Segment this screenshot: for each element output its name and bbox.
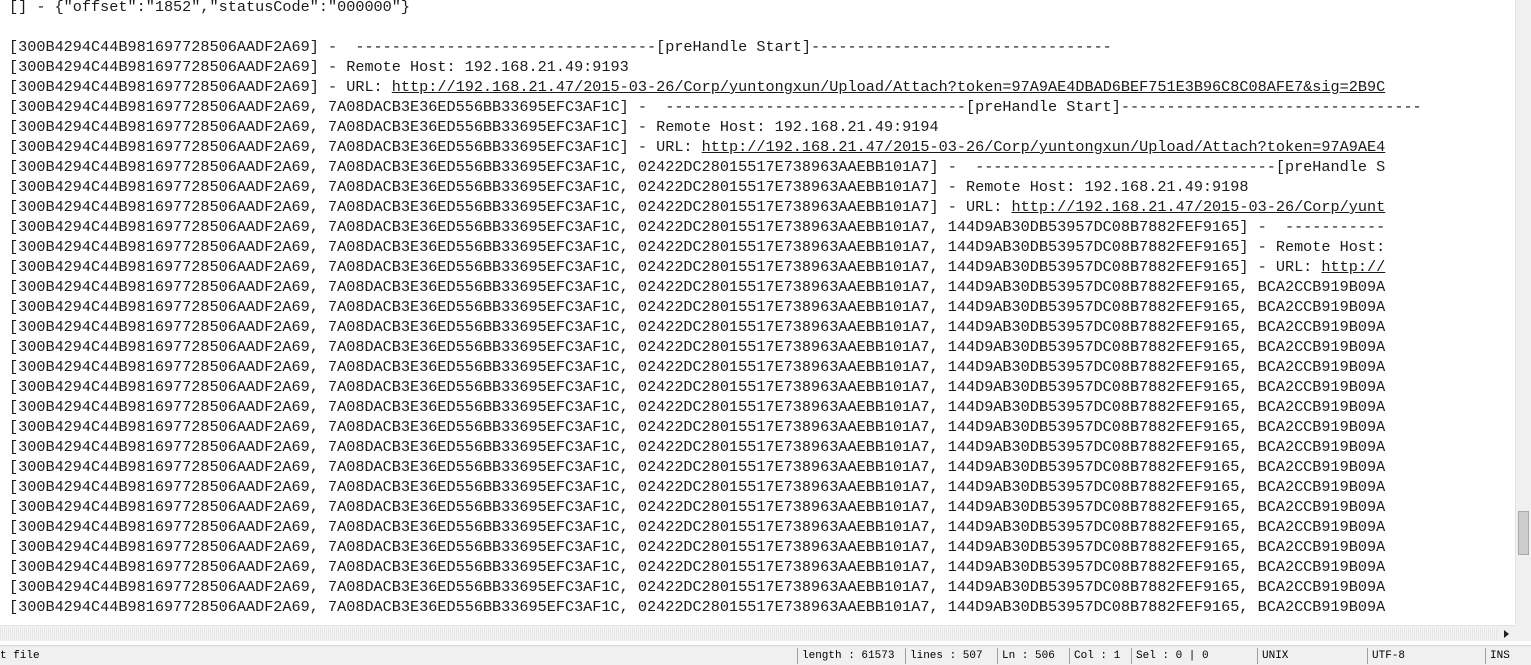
log-line[interactable]: [300B4294C44B981697728506AADF2A69, 7A08D… (9, 197, 1422, 217)
log-line[interactable]: [] - {"offset":"1852","statusCode":"0000… (9, 0, 1422, 17)
log-line-text: [300B4294C44B981697728506AADF2A69] - URL… (9, 78, 392, 96)
scroll-right-arrow-icon[interactable] (1499, 626, 1514, 641)
vertical-scrollbar[interactable] (1515, 0, 1531, 625)
log-line[interactable]: [300B4294C44B981697728506AADF2A69, 7A08D… (9, 417, 1422, 437)
log-line[interactable]: [300B4294C44B981697728506AADF2A69, 7A08D… (9, 557, 1422, 577)
log-line[interactable]: [300B4294C44B981697728506AADF2A69, 7A08D… (9, 117, 1422, 137)
log-line[interactable]: [300B4294C44B981697728506AADF2A69, 7A08D… (9, 217, 1422, 237)
log-line-text: [300B4294C44B981697728506AADF2A69, 7A08D… (9, 198, 1012, 216)
status-eol[interactable]: UNIX (1257, 648, 1367, 664)
log-line[interactable]: [300B4294C44B981697728506AADF2A69, 7A08D… (9, 257, 1422, 277)
url-link[interactable]: http://192.168.21.47/2015-03-26/Corp/yun… (702, 138, 1386, 156)
url-link[interactable]: http://192.168.21.47/2015-03-26/Corp/yun… (1012, 198, 1386, 216)
log-line[interactable]: [300B4294C44B981697728506AADF2A69, 7A08D… (9, 577, 1422, 597)
log-line[interactable]: [300B4294C44B981697728506AADF2A69, 7A08D… (9, 497, 1422, 517)
log-line-text: [300B4294C44B981697728506AADF2A69, 7A08D… (9, 258, 1322, 276)
log-line[interactable]: [300B4294C44B981697728506AADF2A69, 7A08D… (9, 337, 1422, 357)
log-line[interactable]: [300B4294C44B981697728506AADF2A69, 7A08D… (9, 237, 1422, 257)
log-line[interactable]: [300B4294C44B981697728506AADF2A69] - URL… (9, 77, 1422, 97)
url-link[interactable]: http://192.168.21.47/2015-03-26/Corp/yun… (392, 78, 1385, 96)
log-line[interactable]: [300B4294C44B981697728506AADF2A69, 7A08D… (9, 97, 1422, 117)
log-line[interactable]: [300B4294C44B981697728506AADF2A69] - ---… (9, 37, 1422, 57)
log-line[interactable]: [300B4294C44B981697728506AADF2A69, 7A08D… (9, 297, 1422, 317)
log-line[interactable]: [300B4294C44B981697728506AADF2A69, 7A08D… (9, 517, 1422, 537)
log-line[interactable]: [300B4294C44B981697728506AADF2A69, 7A08D… (9, 537, 1422, 557)
log-line[interactable]: [300B4294C44B981697728506AADF2A69, 7A08D… (9, 477, 1422, 497)
log-line[interactable]: [300B4294C44B981697728506AADF2A69, 7A08D… (9, 397, 1422, 417)
status-mode[interactable]: INS (1485, 648, 1531, 664)
log-line[interactable]: [300B4294C44B981697728506AADF2A69, 7A08D… (9, 357, 1422, 377)
status-length: length : 61573 (797, 648, 905, 664)
log-line[interactable]: [300B4294C44B981697728506AADF2A69, 7A08D… (9, 277, 1422, 297)
text-editor[interactable]: [] - {"offset":"1852","statusCode":"0000… (0, 0, 1515, 625)
status-lines: lines : 507 (905, 648, 997, 664)
horizontal-scrollbar[interactable] (0, 625, 1515, 641)
log-content[interactable]: [] - {"offset":"1852","statusCode":"0000… (9, 0, 1422, 617)
vertical-scroll-thumb[interactable] (1518, 511, 1529, 555)
status-file-type: t file (0, 650, 40, 662)
status-sel: Sel : 0 | 0 (1131, 648, 1257, 664)
editor-window: [] - {"offset":"1852","statusCode":"0000… (0, 0, 1531, 665)
log-line[interactable]: [300B4294C44B981697728506AADF2A69, 7A08D… (9, 437, 1422, 457)
log-line[interactable] (9, 17, 1422, 37)
log-line[interactable]: [300B4294C44B981697728506AADF2A69] - Rem… (9, 57, 1422, 77)
status-ln: Ln : 506 (997, 648, 1069, 664)
log-line[interactable]: [300B4294C44B981697728506AADF2A69, 7A08D… (9, 457, 1422, 477)
log-line[interactable]: [300B4294C44B981697728506AADF2A69, 7A08D… (9, 157, 1422, 177)
status-bar: t file length : 61573 lines : 507 Ln : 5… (0, 645, 1531, 665)
log-line[interactable]: [300B4294C44B981697728506AADF2A69, 7A08D… (9, 317, 1422, 337)
log-line[interactable]: [300B4294C44B981697728506AADF2A69, 7A08D… (9, 177, 1422, 197)
status-col: Col : 1 (1069, 648, 1131, 664)
scrollbar-corner (1515, 625, 1531, 641)
log-line[interactable]: [300B4294C44B981697728506AADF2A69, 7A08D… (9, 377, 1422, 397)
url-link[interactable]: http:// (1321, 258, 1385, 276)
log-line[interactable]: [300B4294C44B981697728506AADF2A69, 7A08D… (9, 597, 1422, 617)
log-line[interactable]: [300B4294C44B981697728506AADF2A69, 7A08D… (9, 137, 1422, 157)
log-line-text: [300B4294C44B981697728506AADF2A69, 7A08D… (9, 138, 702, 156)
horizontal-scroll-track[interactable] (0, 628, 1497, 639)
status-encoding[interactable]: UTF-8 (1367, 648, 1485, 664)
